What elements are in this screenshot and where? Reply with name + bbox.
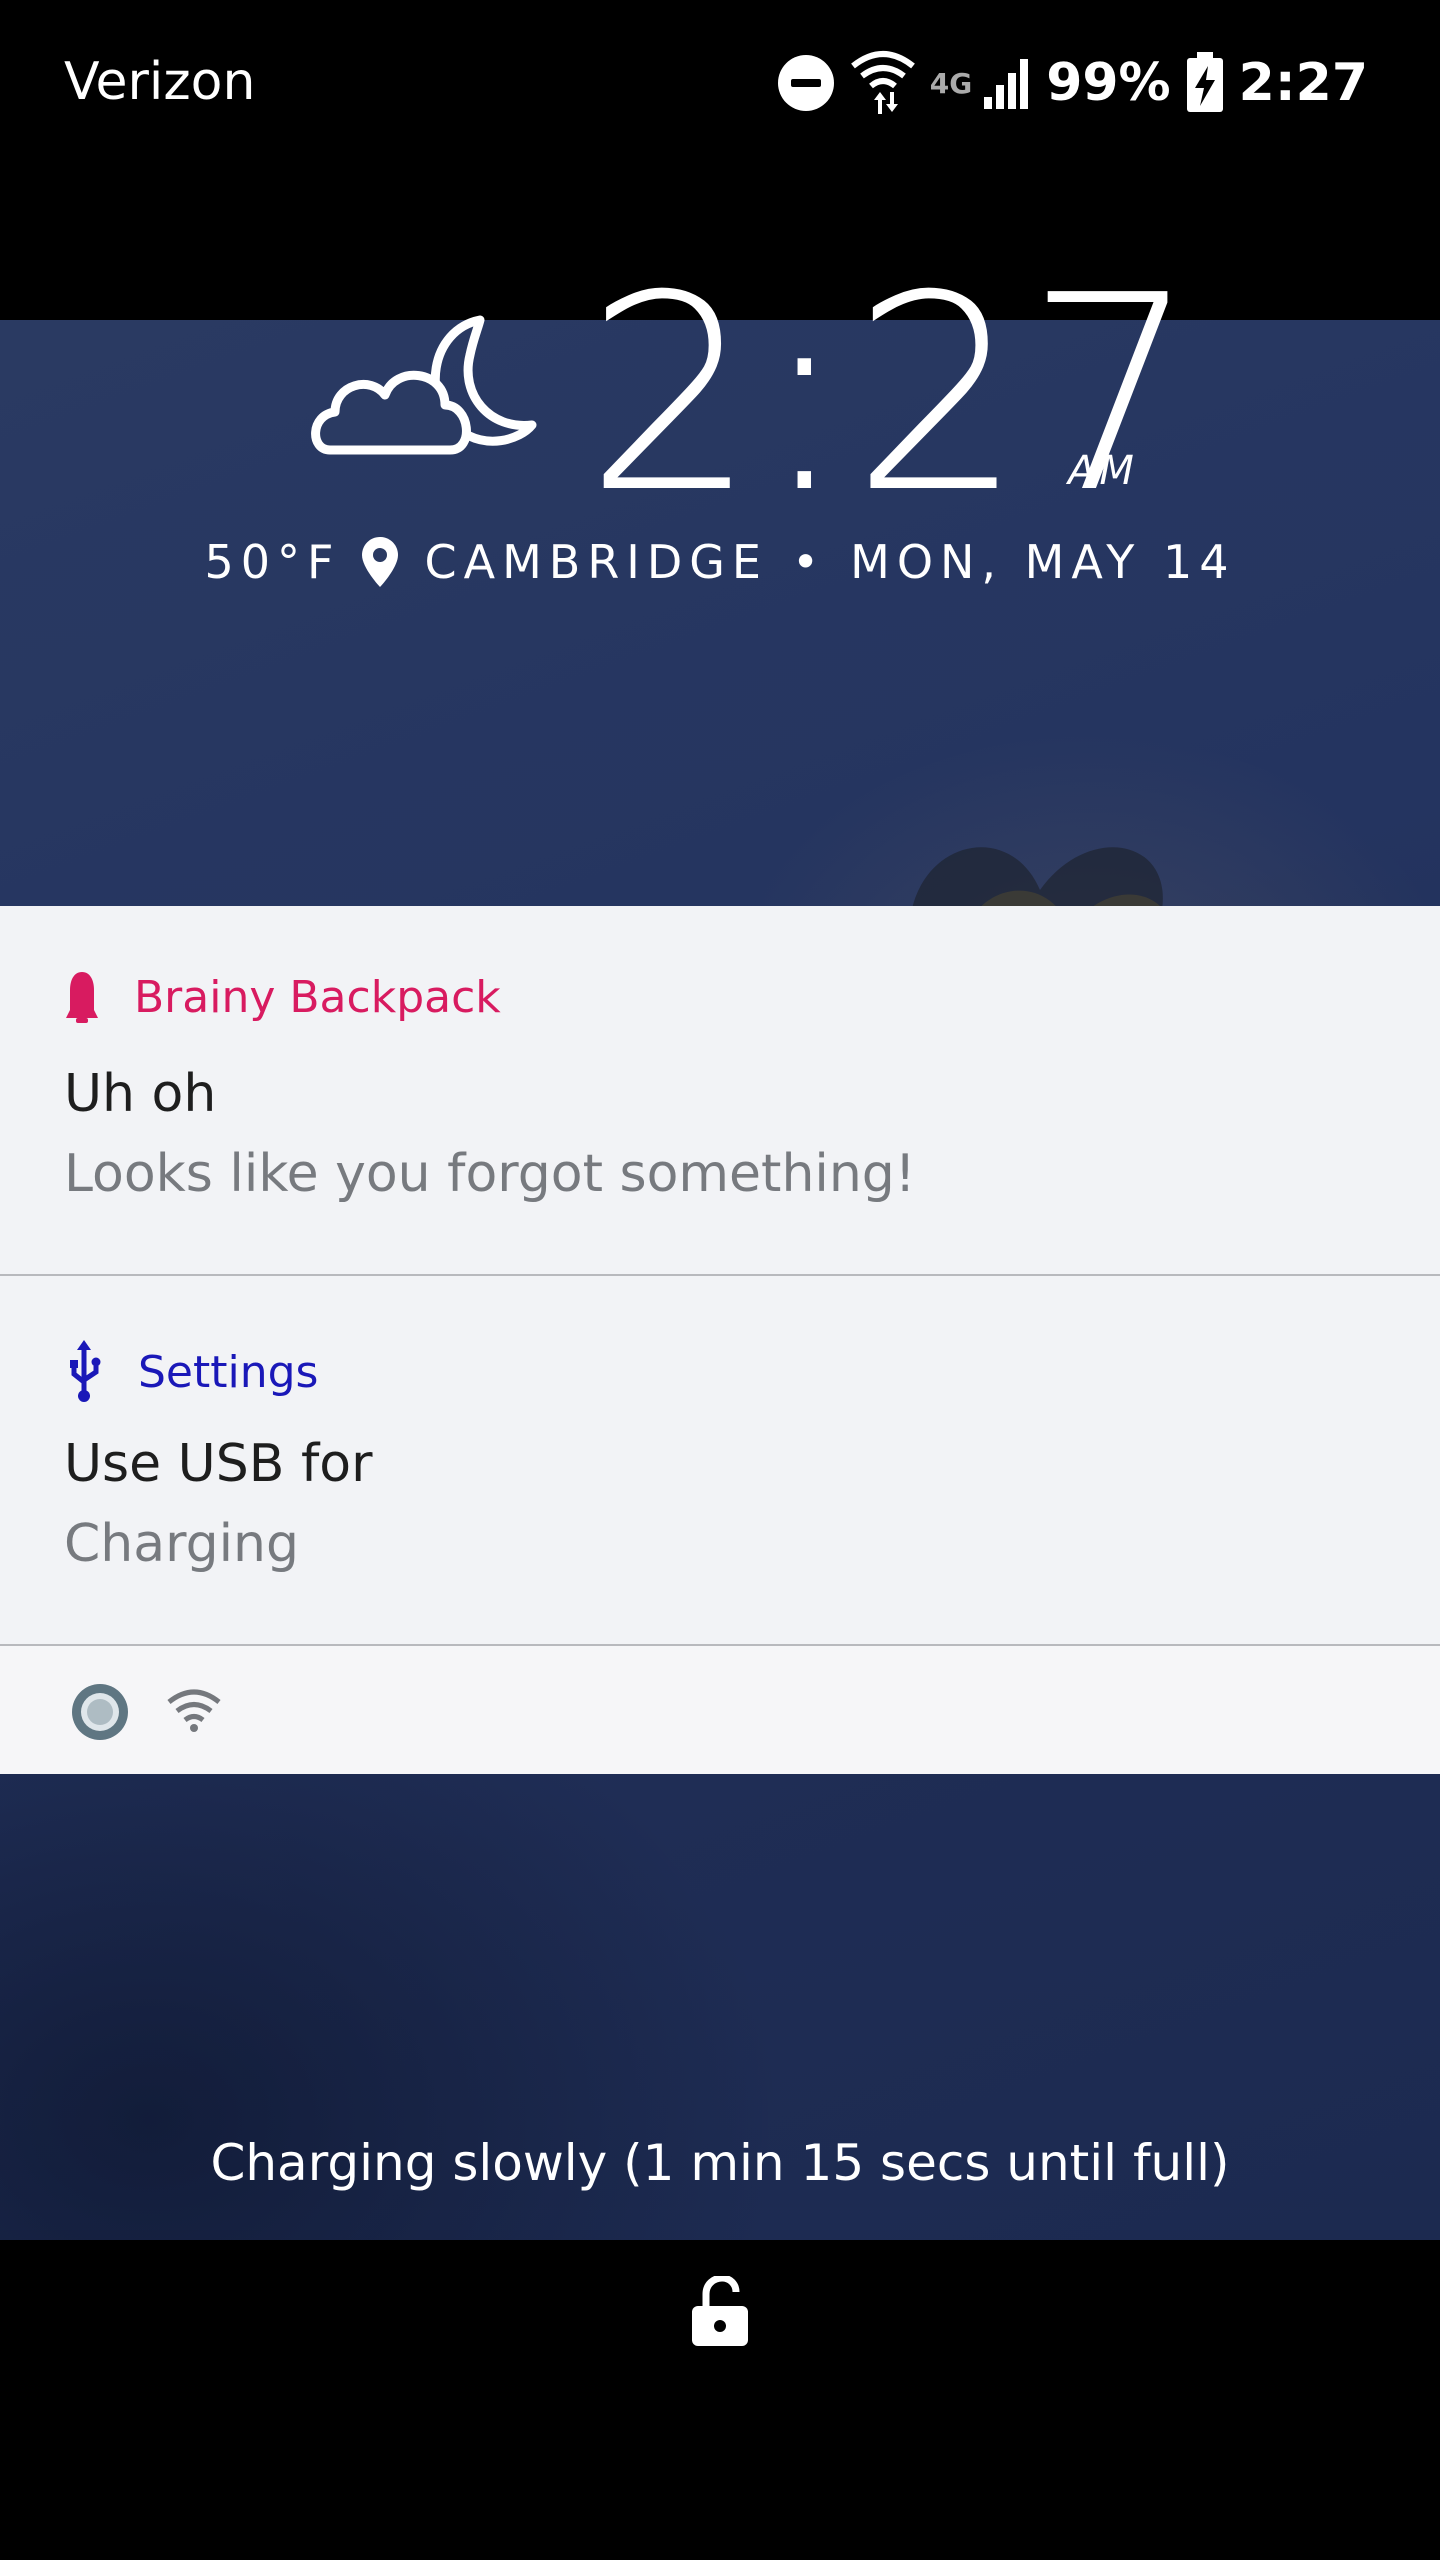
charging-status: Charging slowly (1 min 15 secs until ful… bbox=[210, 2134, 1230, 2192]
bell-icon bbox=[66, 972, 98, 1023]
temperature: 50°F bbox=[204, 535, 341, 589]
collapsed-notification-icons[interactable] bbox=[0, 1646, 1440, 1774]
notification-text: Charging bbox=[64, 1514, 300, 1574]
notification-text: Looks like you forgot something! bbox=[64, 1144, 916, 1204]
notification-app-name: Brainy Backpack bbox=[134, 971, 501, 1023]
battery-charging-icon bbox=[1186, 52, 1223, 112]
clock-ampm: AM bbox=[1068, 448, 1138, 494]
do-not-disturb-icon bbox=[777, 55, 834, 111]
cloudy-night-icon bbox=[311, 315, 537, 455]
date: MON, MAY 14 bbox=[850, 535, 1236, 589]
notification-settings-usb[interactable]: Settings Use USB for Charging bbox=[0, 1276, 1440, 1646]
status-icons: 4G 99% 2:27 bbox=[776, 48, 1368, 118]
weather-date-row: 50°F CAMBRIDGE • MON, MAY 14 bbox=[0, 532, 1440, 592]
notification-brainy-backpack[interactable]: Brainy Backpack Uh oh Looks like you for… bbox=[0, 906, 1440, 1276]
status-time: 2:27 bbox=[1238, 53, 1368, 113]
location-pin-icon bbox=[362, 537, 399, 587]
notification-header: Settings bbox=[64, 1340, 318, 1404]
wifi-icon bbox=[167, 1689, 221, 1732]
usb-icon bbox=[70, 1340, 101, 1402]
unlock-icon[interactable] bbox=[690, 2276, 750, 2348]
status-bar: Verizon 4G 99% 2:27 bbox=[0, 0, 1440, 165]
circle-record-icon bbox=[72, 1684, 128, 1740]
lock-area bbox=[0, 2240, 1440, 2560]
network-type-label: 4G bbox=[929, 66, 973, 100]
location: CAMBRIDGE bbox=[424, 535, 768, 589]
carrier-name: Verizon bbox=[64, 52, 256, 112]
separator-dot: • bbox=[791, 535, 827, 589]
notification-app-name: Settings bbox=[138, 1346, 319, 1398]
wifi-icon bbox=[850, 51, 915, 114]
notification-title: Uh oh bbox=[64, 1064, 217, 1124]
notification-title: Use USB for bbox=[64, 1434, 373, 1494]
cell-signal-icon bbox=[984, 59, 1029, 109]
battery-percent: 99% bbox=[1046, 53, 1171, 113]
notification-header: Brainy Backpack bbox=[64, 970, 501, 1024]
notification-panel: Brainy Backpack Uh oh Looks like you for… bbox=[0, 906, 1440, 1774]
